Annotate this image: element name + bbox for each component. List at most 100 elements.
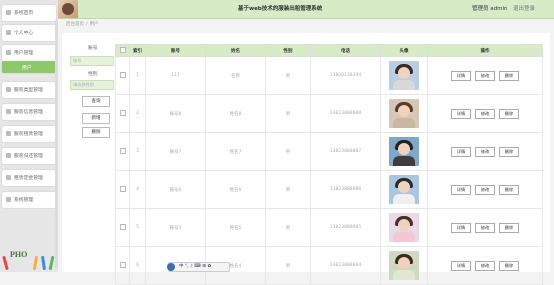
detail-button[interactable]: 详情	[451, 108, 471, 119]
breadcrumb-home[interactable]: 后台首页	[66, 22, 84, 27]
select-all-checkbox[interactable]	[119, 47, 126, 54]
detail-button[interactable]: 详情	[451, 146, 471, 157]
cell-index: 3	[129, 132, 146, 171]
cell-name: 名称	[205, 56, 266, 95]
cell-name: 姓名7	[205, 132, 266, 171]
decoration-text: PHO	[10, 250, 28, 259]
avatar	[389, 61, 419, 90]
table-row: 1 111 名称男 13800138344 详情 修改 删除	[115, 56, 543, 95]
cell-gender: 男	[265, 132, 311, 171]
account-filter-label: 账号	[88, 46, 98, 51]
cell-avatar	[380, 94, 428, 133]
cell-account: 账号6	[145, 170, 206, 209]
row-select-cell[interactable]	[115, 56, 130, 95]
detail-button[interactable]: 详情	[451, 260, 471, 271]
edit-button[interactable]: 修改	[475, 70, 495, 81]
row-checkbox[interactable]	[119, 224, 126, 231]
cell-phone: 13823888886	[310, 170, 381, 209]
column-header: 账号	[145, 44, 206, 57]
delete-button[interactable]: 删除	[499, 222, 519, 233]
current-user: 管理员 admin	[472, 6, 508, 12]
edit-button[interactable]: 修改	[475, 222, 495, 233]
avatar	[389, 137, 419, 166]
gender-filter-label: 性别	[88, 72, 98, 77]
add-button[interactable]: 新增	[82, 113, 110, 124]
row-checkbox[interactable]	[119, 262, 126, 269]
edit-button[interactable]: 修改	[475, 260, 495, 271]
sidebar-item-label: 系统首页	[14, 11, 34, 16]
edit-button[interactable]: 修改	[475, 146, 495, 157]
delete-button[interactable]: 删除	[499, 70, 519, 81]
sidebar-item-home[interactable]: 系统首页	[2, 5, 56, 21]
row-checkbox[interactable]	[119, 186, 126, 193]
cell-actions: 详情 修改 删除	[427, 132, 543, 171]
row-checkbox[interactable]	[119, 72, 126, 79]
avatar	[389, 99, 419, 128]
cell-name: 姓名8	[205, 94, 266, 133]
row-checkbox[interactable]	[119, 148, 126, 155]
sidebar-scrollbar[interactable]	[55, 20, 58, 268]
column-header: 姓名	[205, 44, 266, 57]
sidebar-item-clothing-return[interactable]: 服装归还管理	[2, 148, 56, 164]
cell-gender: 男	[265, 170, 311, 209]
cell-avatar	[380, 56, 428, 95]
table-row: 4 账号6 姓名6 男 13823888886 详情 修改 删除	[115, 170, 543, 209]
column-header: 性别	[265, 44, 311, 57]
row-select-cell[interactable]	[115, 208, 130, 247]
delete-button[interactable]: 删除	[499, 184, 519, 195]
row-select-cell[interactable]	[115, 170, 130, 209]
sidebar-item-user-management[interactable]: 用户管理	[2, 45, 56, 61]
sidebar-item-profile[interactable]: 个人中心	[2, 25, 56, 41]
sidebar-item-system[interactable]: 系统管理	[2, 192, 56, 208]
row-checkbox[interactable]	[119, 110, 126, 117]
cell-actions: 详情 修改 删除	[427, 94, 543, 133]
delete-button[interactable]: 删除	[499, 146, 519, 157]
ime-toolbar-text: 中 °, ♪ ⌨ ⊞ ✿	[179, 264, 212, 269]
sidebar-item-label: 服装归还管理	[14, 154, 43, 159]
sidebar-item-label: 用户管理	[14, 51, 34, 56]
money-icon	[6, 175, 11, 180]
sidebar-decoration: PHO	[0, 248, 58, 272]
detail-button[interactable]: 详情	[451, 184, 471, 195]
logout-link[interactable]: 退出登录	[513, 4, 535, 12]
avatar	[389, 175, 419, 204]
row-select-cell[interactable]	[115, 94, 130, 133]
search-button[interactable]: 查询	[82, 96, 110, 107]
cell-account: 账号5	[145, 208, 206, 247]
cell-index: 4	[129, 170, 146, 209]
sidebar-item-clothing-info[interactable]: 服装信息管理	[2, 104, 56, 120]
cell-actions: 详情 修改 删除	[427, 208, 543, 247]
gender-filter-select[interactable]: 请选择性别	[70, 80, 114, 90]
cell-avatar	[380, 170, 428, 209]
edit-button[interactable]: 修改	[475, 108, 495, 119]
sidebar-item-clothing-type[interactable]: 服装类型管理	[2, 82, 56, 98]
detail-button[interactable]: 详情	[451, 70, 471, 81]
delete-button[interactable]: 删除	[499, 260, 519, 271]
select-all-header[interactable]	[115, 44, 130, 57]
cell-index: 5	[129, 208, 146, 247]
ime-toolbar[interactable]: 中 °, ♪ ⌨ ⊞ ✿	[167, 262, 230, 272]
sidebar-item-user[interactable]: 用户	[2, 61, 56, 73]
sidebar-item-clothing-rental[interactable]: 服装租赁管理	[2, 126, 56, 142]
cell-phone: 13823888885	[310, 208, 381, 247]
account-filter-input[interactable]: 账号	[70, 56, 114, 66]
app-header: 基于web技术的服装出租管理系统 管理员 admin 退出登录	[0, 0, 554, 19]
table-row: 3 账号7 姓名7 男 13823888887 详情 修改 删除	[115, 132, 543, 171]
cell-gender: 男	[265, 208, 311, 247]
cell-phone: 13823888888	[310, 94, 381, 133]
cell-actions: 详情 修改 删除	[427, 246, 543, 285]
delete-button[interactable]: 删除	[499, 108, 519, 119]
column-header: 操作	[427, 44, 543, 57]
row-select-cell[interactable]	[115, 246, 130, 285]
cell-account: 111	[145, 56, 206, 95]
sidebar-item-deposit[interactable]: 租赁定金管理	[2, 170, 56, 186]
batch-delete-button[interactable]: 删除	[82, 127, 110, 138]
edit-button[interactable]: 修改	[475, 184, 495, 195]
return-icon	[6, 153, 11, 158]
detail-button[interactable]: 详情	[451, 222, 471, 233]
cell-account: 账号8	[145, 94, 206, 133]
sidebar-item-label: 服装信息管理	[14, 110, 43, 115]
row-select-cell[interactable]	[115, 132, 130, 171]
cell-name: 姓名5	[205, 208, 266, 247]
home-icon	[6, 10, 11, 15]
